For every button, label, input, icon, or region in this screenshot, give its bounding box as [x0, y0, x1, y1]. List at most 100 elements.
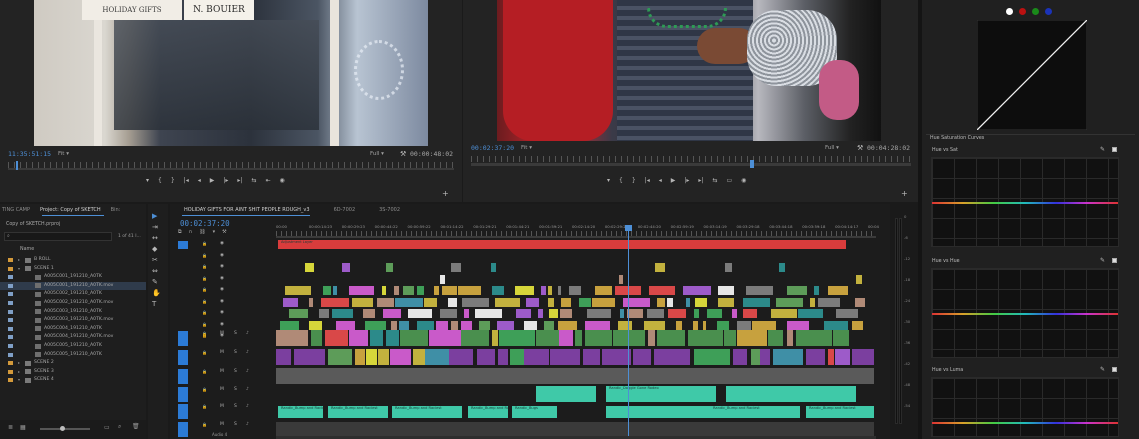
- video-clip[interactable]: [365, 321, 387, 330]
- audio-track-header[interactable]: 🔒 M S ♪: [176, 330, 276, 347]
- video-track-header[interactable]: 🔒 ◉: [176, 240, 276, 250]
- go-to-out-icon[interactable]: ▸|: [698, 177, 703, 184]
- video-clip[interactable]: [382, 286, 387, 295]
- hue-vs-sat-graph[interactable]: [931, 157, 1119, 247]
- icon-view-icon[interactable]: ▦: [20, 424, 26, 431]
- lock-icon[interactable]: 🔒: [202, 310, 207, 315]
- audio-clip[interactable]: [497, 349, 508, 365]
- audio-clip[interactable]: [377, 349, 389, 365]
- source-scrub-bar[interactable]: [8, 168, 454, 170]
- video-clip[interactable]: [560, 309, 573, 318]
- video-clip[interactable]: [436, 321, 449, 330]
- source-patch-toggle[interactable]: [178, 422, 188, 437]
- hue-vs-hue-graph[interactable]: [931, 268, 1119, 358]
- video-clip[interactable]: [548, 309, 559, 318]
- audio-clip[interactable]: [355, 349, 365, 365]
- audio-clip[interactable]: [413, 349, 425, 365]
- chevron-right-icon[interactable]: ▸: [18, 369, 22, 374]
- video-clip[interactable]: [592, 298, 615, 307]
- video-clip[interactable]: [285, 286, 311, 295]
- audio-clip[interactable]: [834, 349, 851, 365]
- hue-vs-sat-toggle[interactable]: [1112, 147, 1117, 152]
- video-clip[interactable]: [383, 309, 402, 318]
- label-color-swatch[interactable]: [8, 283, 13, 288]
- column-header-name[interactable]: Name: [20, 247, 34, 252]
- lock-icon[interactable]: 🔒: [202, 331, 207, 336]
- audio-clip[interactable]: [476, 349, 496, 365]
- lock-icon[interactable]: 🔒: [202, 422, 207, 427]
- video-clip[interactable]: [495, 298, 520, 307]
- mute-icon[interactable]: M: [220, 422, 224, 427]
- video-clip[interactable]: [561, 298, 571, 307]
- video-clip[interactable]: [548, 298, 554, 307]
- audio-clip[interactable]: [852, 349, 874, 365]
- source-patch-toggle[interactable]: [178, 264, 188, 272]
- video-clip[interactable]: [693, 321, 699, 330]
- video-clip[interactable]: [376, 298, 394, 307]
- add-button-icon[interactable]: +: [901, 189, 908, 198]
- video-clip[interactable]: [458, 286, 481, 295]
- video-clip[interactable]: [403, 286, 414, 295]
- video-clip[interactable]: [514, 286, 535, 295]
- audio-clip[interactable]: [348, 330, 369, 346]
- audio-clip[interactable]: [786, 330, 793, 346]
- label-color-swatch[interactable]: [8, 344, 13, 348]
- video-clip[interactable]: [320, 298, 350, 307]
- razor-tool-icon[interactable]: ◆: [152, 245, 157, 253]
- mute-icon[interactable]: M: [220, 331, 224, 336]
- eyedropper-icon[interactable]: ✎: [1100, 146, 1105, 153]
- program-playhead-marker[interactable]: [750, 160, 754, 168]
- video-clip[interactable]: [752, 321, 776, 330]
- video-clip[interactable]: [390, 321, 398, 330]
- video-track-header[interactable]: 🔒 ◉: [176, 309, 276, 319]
- audio-clip[interactable]: [559, 330, 574, 346]
- blue-channel-icon[interactable]: [1045, 8, 1052, 15]
- program-video-frame[interactable]: [497, 0, 881, 141]
- video-clip[interactable]: [810, 298, 816, 307]
- mark-in-icon[interactable]: {: [619, 177, 623, 184]
- eye-icon[interactable]: ◉: [220, 276, 224, 281]
- audio-clip[interactable]: [491, 330, 498, 346]
- project-clip-row[interactable]: A005C001_191210_A0TK: [0, 273, 146, 282]
- tab-ting-camp[interactable]: TING CAMP: [2, 207, 30, 213]
- lock-icon[interactable]: 🔒: [202, 264, 207, 269]
- lock-icon[interactable]: 🔒: [202, 241, 207, 246]
- video-clip[interactable]: [544, 321, 554, 330]
- source-fit-select[interactable]: Fit ▾: [58, 151, 69, 157]
- project-bin-row[interactable]: ▸ SCENE 3: [0, 368, 146, 377]
- audio-clip[interactable]: [750, 349, 760, 365]
- solo-icon[interactable]: S: [234, 350, 237, 355]
- tab-project[interactable]: Project: Copy of SKETCH: [40, 207, 101, 213]
- project-bin-row[interactable]: ▸ SCENE 2: [0, 359, 146, 368]
- solo-icon[interactable]: S: [234, 369, 237, 374]
- audio-clip[interactable]: [724, 330, 736, 346]
- video-clip[interactable]: [451, 263, 462, 272]
- step-forward-icon[interactable]: |▸: [223, 177, 228, 184]
- audio-clip[interactable]: [549, 349, 580, 365]
- audio-clip[interactable]: [694, 349, 730, 365]
- lock-icon[interactable]: 🔒: [202, 404, 207, 409]
- audio-clip[interactable]: [429, 330, 461, 346]
- go-to-out-icon[interactable]: ▸|: [237, 177, 242, 184]
- video-clip[interactable]: [478, 321, 491, 330]
- camera-icon[interactable]: ◉: [280, 177, 285, 184]
- eye-icon[interactable]: ◉: [220, 322, 224, 327]
- video-clip[interactable]: [461, 298, 489, 307]
- audio-clip[interactable]: [536, 330, 559, 346]
- audio-clip[interactable]: [681, 349, 691, 365]
- audio-clip[interactable]: [602, 349, 631, 365]
- audio-clip[interactable]: [736, 330, 767, 346]
- audio-clip[interactable]: [324, 330, 349, 346]
- video-clip[interactable]: [491, 263, 497, 272]
- program-time-ruler[interactable]: [471, 156, 911, 162]
- ripple-edit-tool-icon[interactable]: ↔: [152, 234, 158, 242]
- video-clip[interactable]: [331, 309, 354, 318]
- audio-clip[interactable]: [648, 330, 655, 346]
- play-icon[interactable]: ▶: [671, 177, 676, 184]
- audio-clip[interactable]: [389, 349, 411, 365]
- audio-clip[interactable]: [584, 330, 612, 346]
- music-clip[interactable]: Randic_Bump and Raciest: [710, 406, 800, 418]
- music-clip[interactable]: Randic_Bump and Raciest: [278, 406, 323, 418]
- search-input[interactable]: ⌕: [4, 232, 112, 241]
- video-clip[interactable]: [407, 309, 433, 318]
